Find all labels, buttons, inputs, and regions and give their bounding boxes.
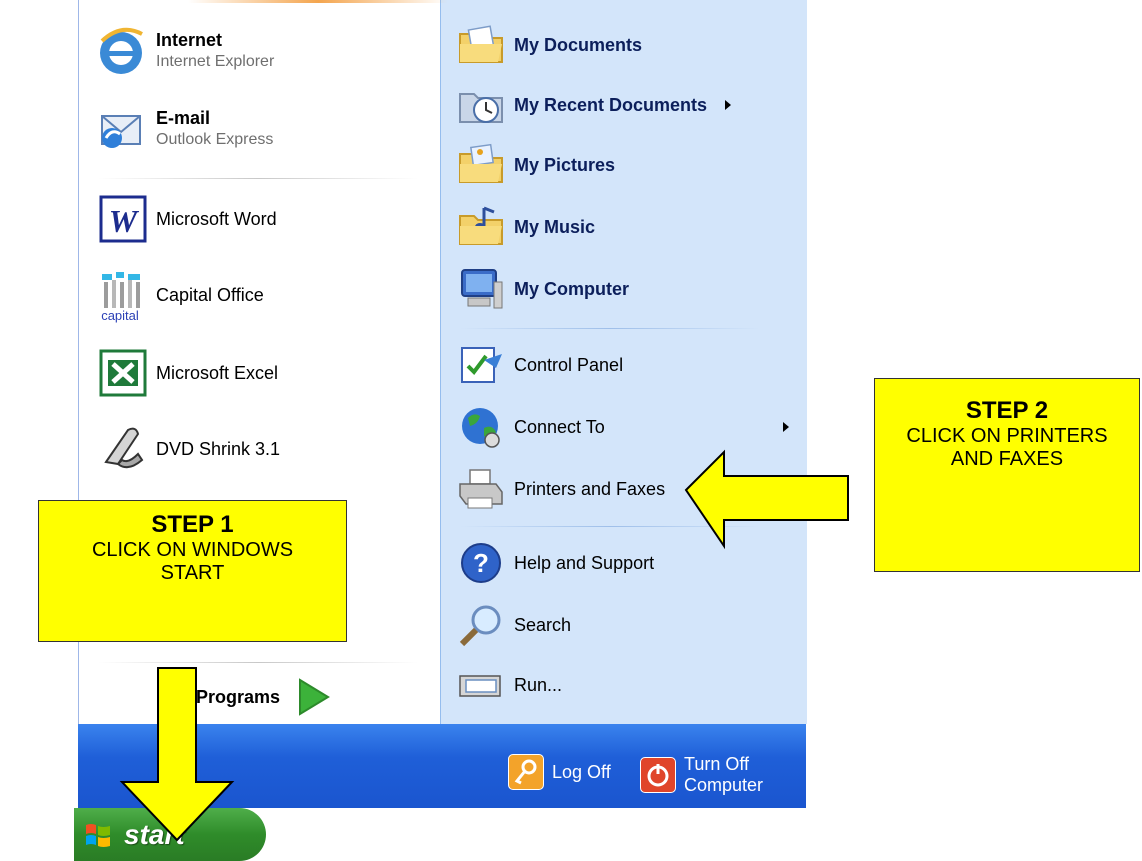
- step2-callout: STEP 2 CLICK ON PRINTERS AND FAXES: [874, 378, 1140, 572]
- step1-arrow: [119, 667, 235, 842]
- step1-callout: STEP 1 CLICK ON WINDOWS START: [38, 500, 347, 642]
- step2-text: CLICK ON PRINTERS AND FAXES: [906, 425, 1108, 470]
- step2-title: STEP 2: [965, 397, 1049, 424]
- step2-arrow: [684, 449, 849, 550]
- step1-title: STEP 1: [151, 511, 234, 538]
- step1-text: CLICK ON WINDOWS START: [91, 539, 294, 584]
